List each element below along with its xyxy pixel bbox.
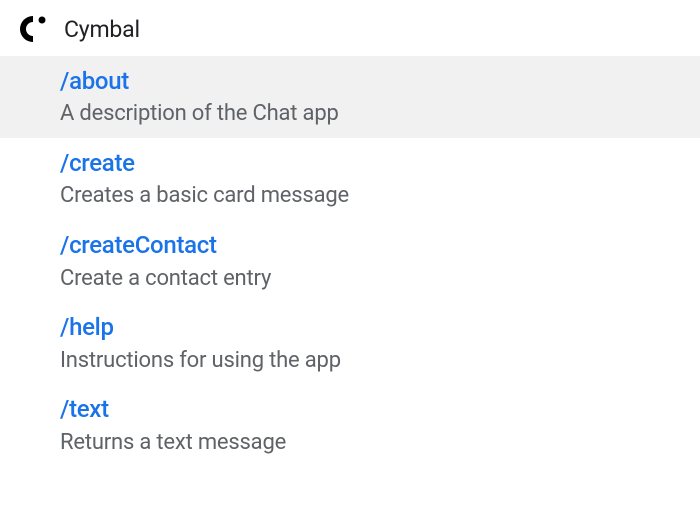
command-name: /create [60, 147, 700, 179]
command-name: /help [60, 311, 700, 343]
app-header: Cymbal [0, 0, 700, 56]
command-name: /createContact [60, 229, 700, 261]
command-description: Create a contact entry [60, 264, 700, 294]
command-description: Returns a text message [60, 428, 700, 458]
cymbal-logo-icon [18, 14, 48, 44]
app-name: Cymbal [64, 16, 140, 43]
command-item-about[interactable]: /about A description of the Chat app [0, 56, 700, 138]
command-name: /about [60, 65, 700, 97]
command-item-createcontact[interactable]: /createContact Create a contact entry [0, 220, 700, 302]
command-name: /text [60, 393, 700, 425]
command-description: Instructions for using the app [60, 346, 700, 376]
command-item-create[interactable]: /create Creates a basic card message [0, 138, 700, 220]
command-description: Creates a basic card message [60, 181, 700, 211]
command-list: /about A description of the Chat app /cr… [0, 56, 700, 466]
command-description: A description of the Chat app [60, 99, 700, 129]
command-item-text[interactable]: /text Returns a text message [0, 384, 700, 466]
command-item-help[interactable]: /help Instructions for using the app [0, 302, 700, 384]
